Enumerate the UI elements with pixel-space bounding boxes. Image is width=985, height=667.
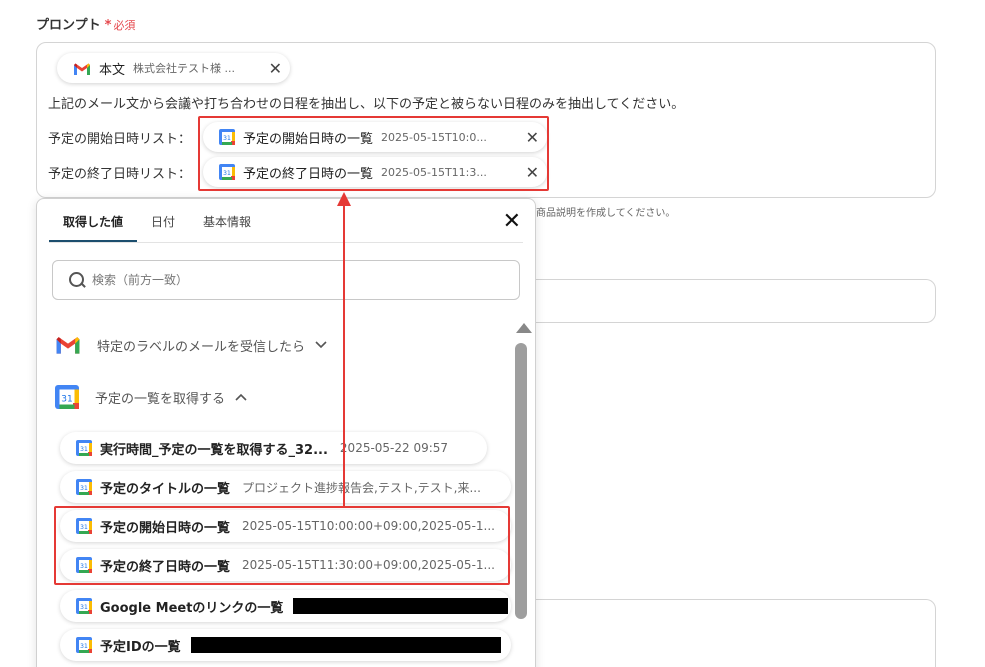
secondary-input-field[interactable]: [536, 279, 936, 323]
chip-mail-body[interactable]: 本文 株式会社テスト様 ... ✕: [57, 53, 290, 83]
highlight-box-prompt-chips: [198, 116, 549, 191]
tertiary-input-field[interactable]: [536, 599, 936, 667]
item-name: 実行時間_予定の一覧を取得する_32...: [100, 442, 328, 458]
redacted-value: [190, 637, 501, 653]
item-value: プロジェクト進捗報告会,テスト,テスト,来...: [242, 480, 481, 495]
svg-text:31: 31: [80, 446, 88, 453]
tab-fetched-values[interactable]: 取得した値: [49, 213, 138, 243]
gmail-icon: [55, 335, 81, 355]
tab-basic-info[interactable]: 基本情報: [189, 213, 265, 242]
list-item-meet-links[interactable]: 31 Google Meetのリンクの一覧: [60, 590, 511, 622]
google-calendar-icon: 31: [76, 440, 92, 456]
chevron-up-icon: [235, 391, 247, 404]
gmail-icon: [73, 61, 91, 75]
search-box[interactable]: [52, 260, 520, 300]
item-name: 予定のタイトルの一覧: [100, 481, 231, 497]
chevron-down-icon: [315, 339, 327, 352]
section-label: 特定のラベルのメールを受信したら: [97, 339, 306, 355]
item-value: 2025-05-22 09:57: [339, 441, 449, 455]
field-hint: 商品説明を作成してください。: [536, 208, 676, 219]
redacted-value: [293, 598, 509, 614]
highlight-box-panel-items: [54, 506, 510, 585]
search-icon: [69, 271, 86, 289]
picker-tabs: 取得した値 日付 基本情報: [49, 213, 265, 243]
google-calendar-icon: 31: [55, 385, 79, 409]
field-label-text: プロンプト: [36, 18, 101, 33]
list-item-event-ids[interactable]: 31 予定IDの一覧: [60, 629, 511, 661]
list-item-execution-time[interactable]: 31 実行時間_予定の一覧を取得する_32... 2025-05-22 09:5…: [60, 432, 487, 464]
list-item-event-titles[interactable]: 31 予定のタイトルの一覧 プロジェクト進捗報告会,テスト,テスト,来...: [60, 471, 511, 503]
chip-value: 株式会社テスト様 ...: [133, 62, 236, 75]
item-name: 予定IDの一覧: [100, 639, 181, 655]
google-calendar-icon: 31: [76, 637, 92, 653]
value-picker-panel: 取得した値 日付 基本情報 ✕ 特定のラベルのメールを受信したら 31 予定の一…: [36, 198, 536, 667]
chip-remove-icon[interactable]: ✕: [261, 59, 282, 78]
section-calendar-action[interactable]: 31 予定の一覧を取得する: [55, 385, 247, 409]
section-gmail-trigger[interactable]: 特定のラベルのメールを受信したら: [55, 335, 327, 355]
section-label: 予定の一覧を取得する: [95, 391, 226, 407]
start-list-label: 予定の開始日時リスト：: [48, 132, 192, 147]
prompt-line-1: 上記のメール文から会議や打ち合わせの日程を抽出し、以下の予定と被らない日程のみを…: [48, 97, 685, 112]
item-name: Google Meetのリンクの一覧: [100, 600, 284, 616]
google-calendar-icon: 31: [76, 598, 92, 614]
chip-name: 本文: [99, 62, 126, 78]
scrollbar[interactable]: [514, 319, 532, 619]
end-list-label: 予定の終了日時リスト：: [48, 167, 192, 182]
svg-text:31: 31: [61, 395, 72, 405]
svg-text:31: 31: [80, 485, 88, 492]
required-mark: *: [104, 18, 112, 33]
tab-divider: [49, 242, 523, 243]
google-calendar-icon: 31: [76, 479, 92, 495]
close-icon[interactable]: ✕: [503, 209, 521, 234]
tab-date[interactable]: 日付: [137, 213, 189, 242]
scroll-up-arrow-icon[interactable]: [516, 323, 532, 333]
scrollbar-thumb[interactable]: [515, 343, 527, 619]
svg-text:31: 31: [80, 643, 88, 650]
required-text: 必須: [113, 19, 136, 32]
search-input[interactable]: [92, 273, 472, 287]
svg-text:31: 31: [80, 604, 88, 611]
prompt-field-label: プロンプト * 必須: [36, 14, 135, 33]
